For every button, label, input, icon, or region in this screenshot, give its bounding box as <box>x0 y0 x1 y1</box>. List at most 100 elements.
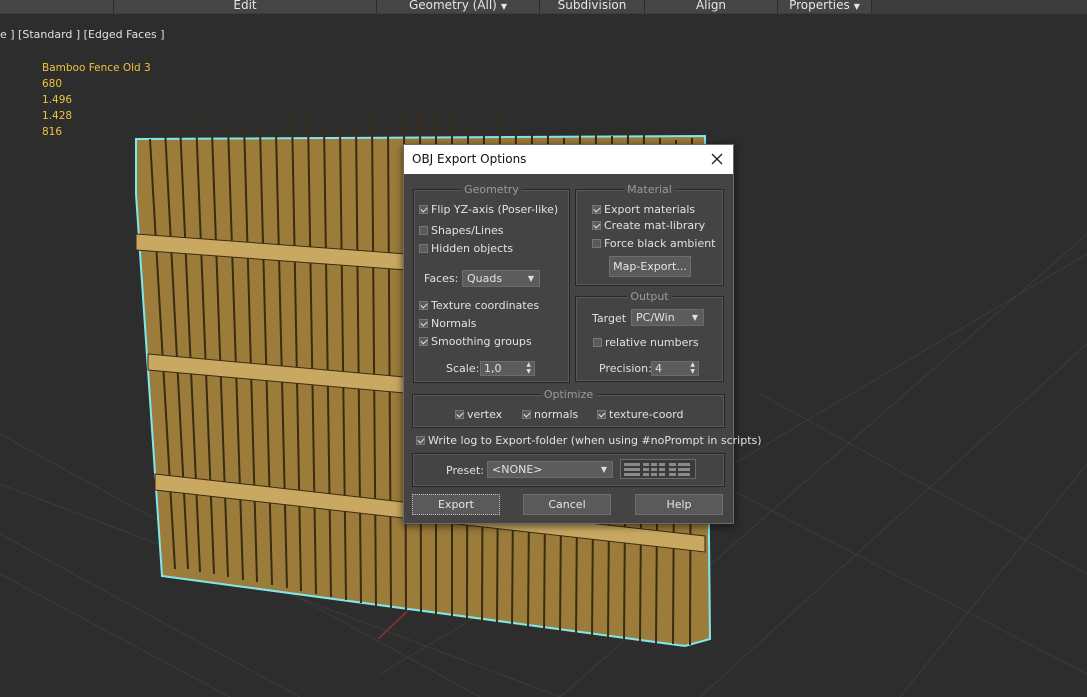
preset-icon-grid <box>624 463 690 476</box>
preset-dropdown-value: <NONE> <box>492 463 543 476</box>
checkbox-checked-icon <box>592 221 601 230</box>
checkbox-checked-icon <box>419 319 428 328</box>
flip-yz-checkbox[interactable]: Flip YZ-axis (Poser-like) <box>419 204 558 216</box>
output-group-title: Output <box>576 290 723 303</box>
precision-spinner[interactable]: 4 ▲ ▼ <box>651 361 699 376</box>
checkbox-checked-icon <box>419 301 428 310</box>
checkbox-checked-icon <box>416 436 425 445</box>
geometry-group: Geometry Flip YZ-axis (Poser-like) Shape… <box>413 183 570 383</box>
faces-label: Faces: <box>424 272 459 285</box>
relative-numbers-label: relative numbers <box>605 336 699 349</box>
smoothing-groups-label: Smoothing groups <box>431 335 532 348</box>
checkbox-checked-icon <box>419 205 428 214</box>
target-dropdown-value: PC/Win <box>636 311 675 324</box>
geometry-group-title: Geometry <box>414 183 569 196</box>
precision-label: Precision: <box>599 362 652 375</box>
faces-dropdown-value: Quads <box>467 272 503 285</box>
smoothing-groups-checkbox[interactable]: Smoothing groups <box>419 336 532 348</box>
chevron-down-icon: ▼ <box>500 2 508 11</box>
vertex-checkbox[interactable]: vertex <box>455 409 502 421</box>
checkbox-checked-icon <box>597 410 606 419</box>
normals-checkbox[interactable]: Normals <box>419 318 477 330</box>
viewport-label[interactable]: e ] [Standard ] [Edged Faces ] <box>0 28 165 41</box>
ribbon-subdivision-button[interactable]: Subdivision <box>540 0 645 13</box>
spinner-arrows-icon[interactable]: ▲ ▼ <box>526 361 531 375</box>
target-label: Target <box>592 312 627 325</box>
checkbox-checked-icon <box>592 205 601 214</box>
export-materials-checkbox[interactable]: Export materials <box>592 204 695 216</box>
chevron-down-icon: ▼ <box>600 465 607 474</box>
create-mat-library-checkbox[interactable]: Create mat-library <box>592 220 705 232</box>
ribbon-edit-label: Edit <box>233 0 257 12</box>
ribbon-properties-button[interactable]: Properties ▼ <box>778 0 872 13</box>
hidden-objects-checkbox[interactable]: Hidden objects <box>419 243 513 255</box>
vertex-label: vertex <box>467 408 503 421</box>
checkbox-unchecked-icon <box>419 244 428 253</box>
texture-coordinates-checkbox[interactable]: Texture coordinates <box>419 300 539 312</box>
relative-numbers-checkbox[interactable]: relative numbers <box>593 337 699 349</box>
texture-coord-checkbox[interactable]: texture-coord <box>597 409 684 421</box>
chevron-down-icon: ▼ <box>527 274 534 283</box>
texture-coord-label: texture-coord <box>609 408 684 421</box>
preset-label: Preset: <box>446 464 485 477</box>
optimize-normals-label: normals <box>534 408 579 421</box>
shapes-lines-label: Shapes/Lines <box>431 224 504 237</box>
close-icon[interactable] <box>710 152 724 166</box>
ribbon-geometry-label: Geometry (All) <box>408 0 497 12</box>
stats-value-4: 816 <box>42 126 63 138</box>
hidden-objects-label: Hidden objects <box>431 242 514 255</box>
dialog-title: OBJ Export Options <box>412 152 527 166</box>
target-dropdown[interactable]: PC/Win ▼ <box>631 309 704 326</box>
create-mat-library-label: Create mat-library <box>604 219 706 232</box>
faces-dropdown[interactable]: Quads ▼ <box>462 270 540 287</box>
obj-export-dialog: OBJ Export Options Geometry Flip YZ-axis… <box>403 144 762 524</box>
ribbon-subdivision-label: Subdivision <box>557 0 627 12</box>
stats-value-1: 680 <box>42 78 63 90</box>
export-button[interactable]: Export <box>412 494 500 515</box>
checkbox-unchecked-icon <box>593 338 602 347</box>
preset-dropdown[interactable]: <NONE> ▼ <box>487 461 613 478</box>
force-black-ambient-label: Force black ambient <box>604 237 716 250</box>
optimize-normals-checkbox[interactable]: normals <box>522 409 578 421</box>
map-export-button[interactable]: Map-Export... <box>609 256 691 277</box>
ribbon-blank-left <box>0 0 114 13</box>
texture-coordinates-label: Texture coordinates <box>431 299 540 312</box>
checkbox-checked-icon <box>455 410 464 419</box>
ribbon-align-button[interactable]: Align <box>645 0 778 13</box>
ribbon-geometry-button[interactable]: Geometry (All) ▼ <box>377 0 540 13</box>
preset-icons <box>624 463 690 476</box>
chevron-down-icon: ▼ <box>853 2 860 11</box>
help-button[interactable]: Help <box>635 494 723 515</box>
optimize-group-title: Optimize <box>413 388 724 401</box>
force-black-ambient-checkbox[interactable]: Force black ambient <box>592 238 716 250</box>
cancel-button[interactable]: Cancel <box>523 494 611 515</box>
write-log-label: Write log to Export-folder (when using #… <box>428 434 762 447</box>
chevron-down-icon: ▼ <box>691 313 698 322</box>
optimize-group: Optimize vertex normals texture-coord <box>412 388 725 428</box>
checkbox-checked-icon <box>419 337 428 346</box>
object-stats: Bamboo Fence Old 3 680 1.496 1.428 816 <box>42 60 151 140</box>
preset-toolbar[interactable] <box>620 459 696 479</box>
stats-value-2: 1.496 <box>42 94 73 106</box>
write-log-checkbox[interactable]: Write log to Export-folder (when using #… <box>416 435 762 447</box>
stats-object-name: Bamboo Fence Old 3 <box>42 62 151 74</box>
scale-spinner[interactable]: 1,0 ▲ ▼ <box>480 361 535 376</box>
scale-value: 1,0 <box>484 362 502 375</box>
stats-value-3: 1.428 <box>42 110 73 122</box>
ribbon-align-label: Align <box>695 0 727 12</box>
dialog-title-bar[interactable]: OBJ Export Options <box>404 145 733 174</box>
scale-label: Scale: <box>446 362 480 375</box>
ribbon-bar: Edit Geometry (All) ▼ Subdivision Align P… <box>0 0 1087 14</box>
shapes-lines-checkbox[interactable]: Shapes/Lines <box>419 225 504 237</box>
material-group: Material Export materials Create mat-lib… <box>575 183 724 286</box>
spinner-arrows-icon[interactable]: ▲ ▼ <box>690 361 695 375</box>
flip-yz-label: Flip YZ-axis (Poser-like) <box>431 203 559 216</box>
export-materials-label: Export materials <box>604 203 696 216</box>
precision-value: 4 <box>655 362 662 375</box>
ribbon-edit-button[interactable]: Edit <box>114 0 377 13</box>
checkbox-unchecked-icon <box>419 226 428 235</box>
output-group: Output Target PC/Win ▼ relative numbers P… <box>575 290 724 382</box>
checkbox-checked-icon <box>522 410 531 419</box>
normals-label: Normals <box>431 317 477 330</box>
material-group-title: Material <box>576 183 723 196</box>
